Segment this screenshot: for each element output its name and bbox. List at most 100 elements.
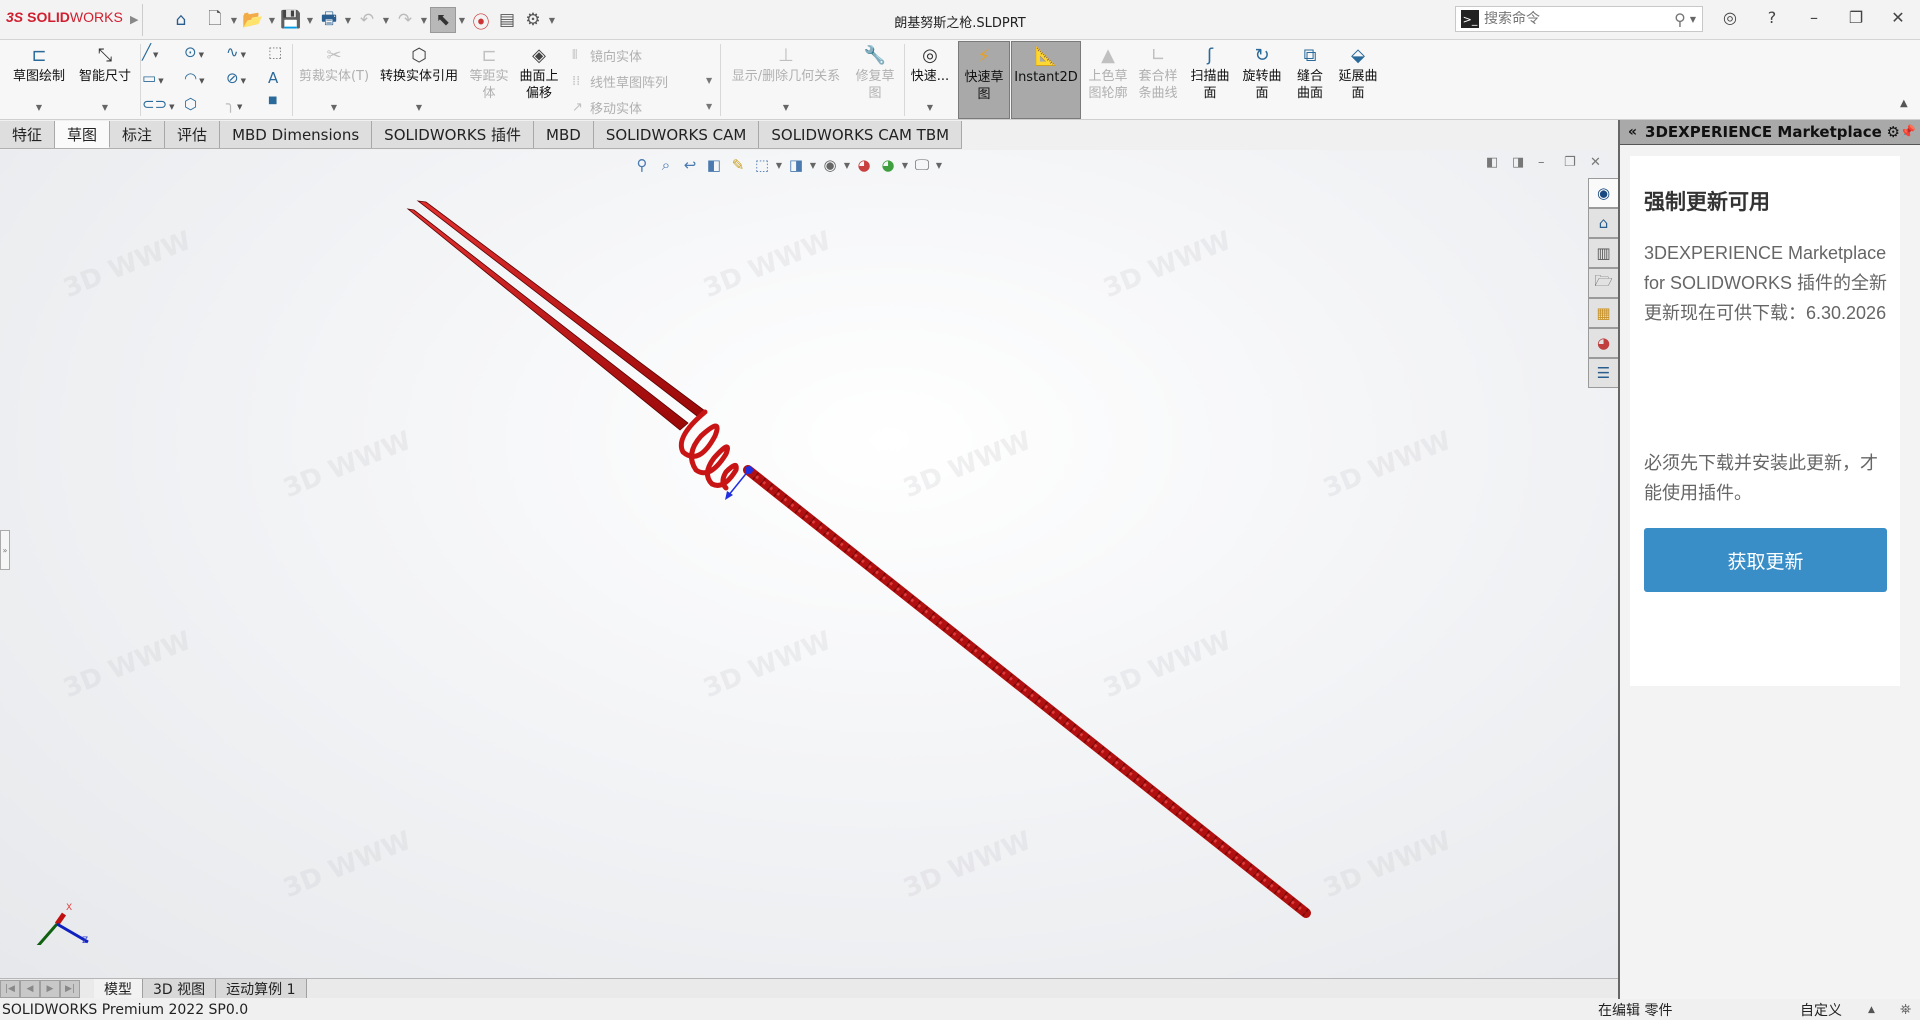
search-dropdown-arrow[interactable]: ▼ [1690,15,1696,24]
spline-tool[interactable]: ∿ ▼ [226,43,246,61]
tab-solidworks-addins[interactable]: SOLIDWORKS 插件 [372,121,535,148]
undo-dropdown-arrow[interactable]: ▼ [380,16,392,25]
select-dropdown-arrow[interactable]: ▼ [456,16,468,25]
sketch-button[interactable]: ⊏ 草图绘制 ▼ [10,44,68,116]
trim-dropdown-arrow[interactable]: ▼ [331,99,337,116]
offset-entities-button[interactable]: ⊏ 等距实 体 [466,44,512,102]
undo-icon[interactable]: ↶ [354,7,380,33]
move-entities-button[interactable]: ↗ 移动实体 [572,98,642,117]
design-library-icon[interactable]: ▥ [1588,238,1618,268]
select-cursor-icon[interactable]: ⬉ [430,7,456,33]
collapse-pane-icon[interactable]: « [1628,124,1637,140]
file-explorer-icon[interactable]: 🗁 [1588,268,1618,298]
convert-entities-button[interactable]: ⬡ 转换实体引用 ▼ [374,44,464,116]
options-gear-icon[interactable]: ⚙ [520,7,546,33]
tab-evaluate[interactable]: 评估 [165,121,221,148]
status-tag-icon[interactable]: ⛯ [1900,1002,1911,1018]
point-tool[interactable]: ■ [268,95,277,106]
account-icon[interactable]: ◎ [1716,8,1744,27]
swept-surface-button[interactable]: ʃ 扫描曲 面 [1186,44,1234,102]
tab-solidworks-cam-tbm[interactable]: SOLIDWORKS CAM TBM [759,121,963,148]
custom-properties-icon[interactable]: ☰ [1588,358,1618,388]
minimize-icon[interactable]: – [1800,8,1828,27]
file-properties-icon[interactable]: ▤ [494,7,520,33]
smart-dimension-button[interactable]: ⤡ 智能尺寸 ▼ [74,44,136,116]
tab-solidworks-cam[interactable]: SOLIDWORKS CAM [593,121,760,148]
solidworks-logo[interactable]: 3S SOLID WORKS [6,9,123,25]
open-dropdown-arrow[interactable]: ▼ [266,16,278,25]
instant2d-button[interactable]: 📐 Instant2D [1011,41,1081,119]
sketch-dropdown-arrow[interactable]: ▼ [36,99,42,116]
search-icon[interactable]: ⚲ [1674,10,1686,29]
redo-dropdown-arrow[interactable]: ▼ [418,16,430,25]
offset-on-surface-button[interactable]: ◈ 曲面上 偏移 [514,44,564,102]
tab-mbd[interactable]: MBD [534,121,594,148]
ellipse-tool[interactable]: ⊘ ▼ [226,69,246,87]
restore-icon[interactable]: ❐ [1842,8,1870,27]
mirror-entities-button[interactable]: ⫴ 镜向实体 [572,46,642,65]
unit-system-arrow-icon[interactable]: ▲ [1868,1005,1875,1015]
quick-snaps-button[interactable]: ◎ 快速... ▼ [908,44,952,116]
menu-expand-arrow-icon[interactable]: ▶ [130,13,138,26]
open-folder-icon[interactable]: 📂 [240,7,266,33]
circle-tool[interactable]: ⊙ ▼ [184,43,204,61]
pin-icon[interactable]: 📌 [1900,125,1916,140]
tab-model[interactable]: 模型 [94,979,143,998]
search-commands[interactable]: >_ ⚲ ▼ [1455,6,1703,32]
linear-pattern-button[interactable]: ⁞⁞ 线性草图阵列 [572,72,668,91]
collapse-ribbon-icon[interactable]: ▲ [1900,98,1908,109]
construction-geometry-tool[interactable]: ⬚ [268,43,282,61]
home-icon[interactable]: ⌂ [1588,208,1618,238]
new-dropdown-arrow[interactable]: ▼ [228,16,240,25]
tab-sketch[interactable]: 草图 [55,121,111,148]
tab-motion-study-1[interactable]: 运动算例 1 [216,979,307,998]
view-palette-icon[interactable]: ▦ [1588,298,1618,328]
prev-tab-icon[interactable]: ◀ [20,979,40,998]
revolved-surface-button[interactable]: ↻ 旋转曲 面 [1238,44,1286,102]
arc-tool[interactable]: ◠ ▼ [184,69,204,87]
appearances-icon[interactable]: ◕ [1588,328,1618,358]
extend-surface-button[interactable]: ⬙ 延展曲 面 [1334,44,1382,102]
home-icon[interactable]: ⌂ [168,7,194,33]
rebuild-traffic-light-icon[interactable]: ⦿ [468,7,494,33]
display-relations-button[interactable]: ⊥ 显示/删除几何关系 ▼ [724,44,848,116]
first-tab-icon[interactable]: |◀ [0,979,20,998]
lance-of-longinus-model[interactable] [0,150,1618,978]
smart-dimension-dropdown-arrow[interactable]: ▼ [102,99,108,116]
slot-tool[interactable]: ⊂⊃ ▼ [142,95,175,113]
quick-snaps-dropdown-arrow[interactable]: ▼ [927,99,933,116]
save-dropdown-arrow[interactable]: ▼ [304,16,316,25]
options-dropdown-arrow[interactable]: ▼ [546,16,558,25]
text-tool[interactable]: A [268,69,278,87]
linear-pattern-dropdown-arrow[interactable]: ▼ [706,76,712,85]
rapid-sketch-button[interactable]: ⚡ 快速草 图 [958,41,1010,119]
print-icon[interactable]: 🖶 [316,7,342,33]
relations-dropdown-arrow[interactable]: ▼ [783,99,789,116]
help-icon[interactable]: ? [1758,8,1786,27]
new-document-icon[interactable]: 🗋 [202,7,228,33]
tab-markup[interactable]: 标注 [110,121,166,148]
graphics-area[interactable]: 3D WWW 3D WWW 3D WWW 3D WWW 3D WWW 3D WW… [0,150,1618,978]
redo-icon[interactable]: ↷ [392,7,418,33]
shaded-sketch-contours-button[interactable]: ▲ 上色草 图轮廓 [1084,44,1132,102]
convert-dropdown-arrow[interactable]: ▼ [416,99,422,116]
polygon-tool[interactable]: ⬡ [184,95,197,113]
search-input[interactable] [1484,11,1675,27]
line-tool[interactable]: ╱ ▼ [142,43,158,61]
tab-mbd-dimensions[interactable]: MBD Dimensions [220,121,373,148]
3dexperience-icon[interactable]: ◉ [1588,178,1618,208]
next-tab-icon[interactable]: ▶ [40,979,60,998]
last-tab-icon[interactable]: ▶| [60,979,80,998]
get-update-button[interactable]: 获取更新 [1644,528,1887,592]
unit-system[interactable]: 自定义 [1800,1000,1842,1020]
settings-gear-icon[interactable]: ⚙ [1887,123,1900,141]
fillet-tool[interactable]: ╮ ▼ [226,95,242,113]
repair-sketch-button[interactable]: 🔧 修复草 图 [850,44,900,102]
tab-3d-views[interactable]: 3D 视图 [143,979,217,998]
move-dropdown-arrow[interactable]: ▼ [706,102,712,111]
close-icon[interactable]: ✕ [1884,8,1912,27]
rectangle-tool[interactable]: ▭ ▼ [142,69,164,87]
tab-features[interactable]: 特征 [0,121,56,148]
trim-entities-button[interactable]: ✂ 剪裁实体(T) ▼ [296,44,372,116]
print-dropdown-arrow[interactable]: ▼ [342,16,354,25]
